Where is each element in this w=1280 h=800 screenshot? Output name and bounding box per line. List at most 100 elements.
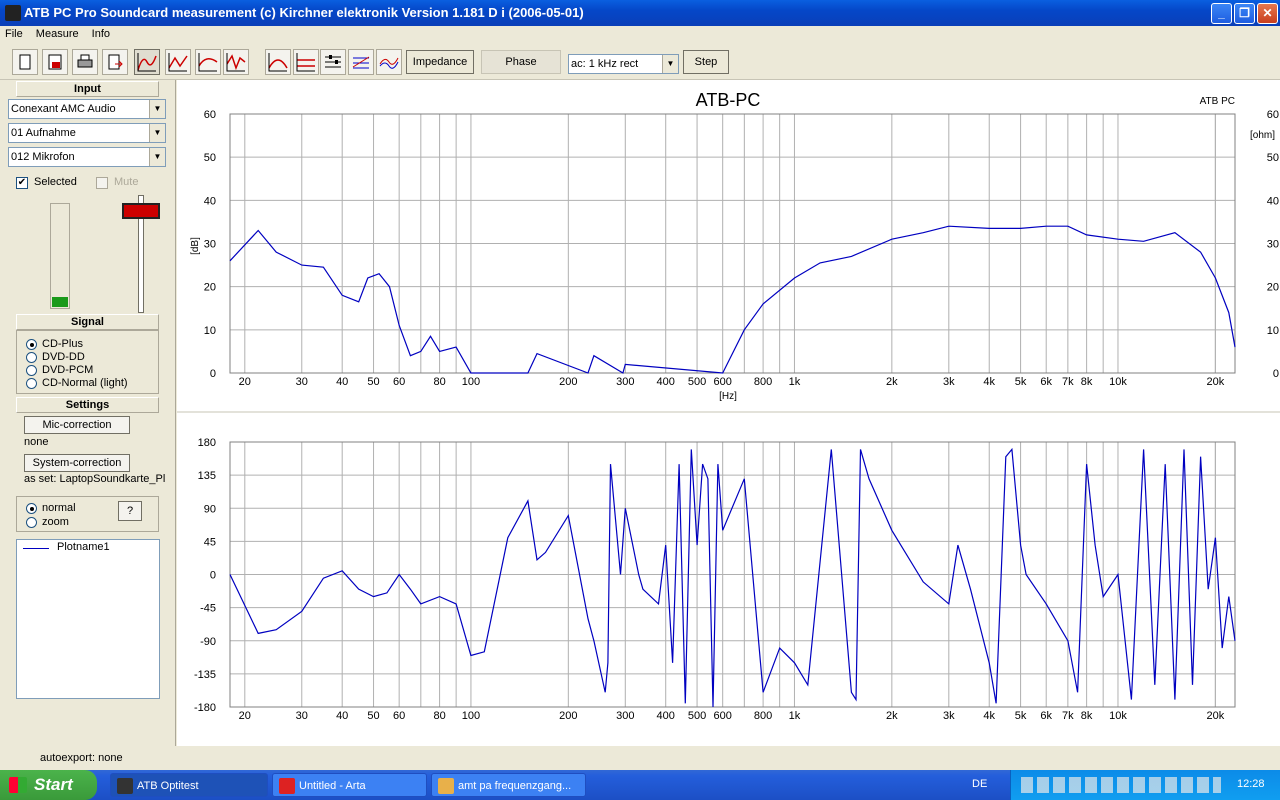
x-tick-label: 1k xyxy=(789,376,801,388)
export-icon[interactable] xyxy=(102,49,128,75)
toolbar: Impedance Phase ac: 1 kHz rect ▼ Step xyxy=(0,44,1280,80)
language-indicator[interactable]: DE xyxy=(972,778,987,790)
x-tick-label: 6k xyxy=(1040,710,1052,722)
measure-m-icon[interactable] xyxy=(134,49,160,75)
x-tick-label: 7k xyxy=(1062,710,1074,722)
x-tick-label: 8k xyxy=(1081,376,1093,388)
radio-cd-plus[interactable] xyxy=(26,339,37,350)
y2-tick-label: 30 xyxy=(1267,239,1279,251)
radio-dvd-pcm[interactable] xyxy=(26,365,37,376)
phase-button[interactable]: Phase xyxy=(481,50,561,74)
legend-line xyxy=(23,548,49,549)
taskbar: Start ATB Optitest Untitled - Arta amt p… xyxy=(0,770,1280,800)
mic-correction-button[interactable]: Mic-correction xyxy=(24,416,130,434)
task-atb-optitest[interactable]: ATB Optitest xyxy=(110,773,268,797)
x-tick-label: 100 xyxy=(462,376,480,388)
mic-correction-value: none xyxy=(24,436,49,448)
x-tick-label: 40 xyxy=(336,710,348,722)
impedance-button[interactable]: Impedance xyxy=(406,50,474,74)
x-tick-label: 200 xyxy=(559,710,577,722)
legend-list[interactable]: Plotname1 xyxy=(16,539,160,699)
tray-icons[interactable] xyxy=(1021,777,1221,793)
left-panel: Input Conexant AMC Audio ▼ 01 Aufnahme ▼ 0… xyxy=(0,80,176,746)
chevron-down-icon[interactable]: ▼ xyxy=(149,124,165,142)
menu-bar: File Measure Info xyxy=(0,26,1280,44)
minimize-button[interactable]: _ xyxy=(1211,3,1232,24)
start-button[interactable]: Start xyxy=(0,770,97,800)
plot-area[interactable]: 0 0 10 10 20 20 30 30 40 40 50 50 60 60 20 30 40 50 60 80 10… xyxy=(177,80,1280,746)
level-meter-fill xyxy=(52,296,68,307)
task-label: ATB Optitest xyxy=(137,780,199,792)
radio-zoom[interactable] xyxy=(26,517,37,528)
measure-mr-icon[interactable] xyxy=(293,49,319,75)
radio-dvd-dd[interactable] xyxy=(26,352,37,363)
step-button[interactable]: Step xyxy=(683,50,729,74)
x-tick-label: 400 xyxy=(657,376,675,388)
source-select[interactable]: 012 Mikrofon ▼ xyxy=(8,147,166,167)
gain-slider[interactable] xyxy=(122,195,160,315)
x-axis-label: [Hz] xyxy=(719,391,737,402)
system-correction-button[interactable]: System-correction xyxy=(24,454,130,472)
y2-tick-label: 0 xyxy=(1273,368,1279,380)
mute-checkbox[interactable] xyxy=(96,177,108,189)
x-tick-label: 3k xyxy=(943,710,955,722)
y-tick-label: 0 xyxy=(210,368,216,380)
device-select[interactable]: Conexant AMC Audio ▼ xyxy=(8,99,166,119)
save-icon[interactable] xyxy=(42,49,68,75)
chevron-down-icon[interactable]: ▼ xyxy=(149,148,165,166)
chevron-down-icon[interactable]: ▼ xyxy=(149,100,165,118)
chevron-down-icon[interactable]: ▼ xyxy=(662,55,678,73)
y2-tick-label: 10 xyxy=(1267,325,1279,337)
x-tick-label: 80 xyxy=(433,376,445,388)
x-tick-label: 60 xyxy=(393,376,405,388)
settings-header: Settings xyxy=(16,397,159,413)
x-tick-label: 4k xyxy=(983,376,995,388)
folder-icon xyxy=(438,778,454,794)
settings-icon[interactable] xyxy=(320,49,346,75)
series-line xyxy=(229,225,1236,374)
x-tick-label: 500 xyxy=(688,376,706,388)
grid-icon[interactable] xyxy=(348,49,374,75)
compare-icon[interactable] xyxy=(376,49,402,75)
chart-title: ATB-PC xyxy=(696,90,761,110)
x-tick-label: 3k xyxy=(943,376,955,388)
measure-mt-icon[interactable] xyxy=(165,49,191,75)
slider-thumb[interactable] xyxy=(122,203,160,219)
help-button[interactable]: ? xyxy=(118,501,142,521)
x-tick-label: 30 xyxy=(296,376,308,388)
measure-mf-icon[interactable] xyxy=(265,49,291,75)
zoom-label: zoom xyxy=(42,516,69,528)
print-icon[interactable] xyxy=(72,49,98,75)
maximize-button[interactable]: ❐ xyxy=(1234,3,1255,24)
close-button[interactable]: ✕ xyxy=(1257,3,1278,24)
radio-cd-normal[interactable] xyxy=(26,378,37,389)
task-browser[interactable]: amt pa frequenzgang... xyxy=(431,773,586,797)
signal-select[interactable]: ac: 1 kHz rect ▼ xyxy=(568,54,679,74)
y2-axis-label: [ohm] xyxy=(1250,130,1275,141)
x-tick-label: 1k xyxy=(789,710,801,722)
device-value: Conexant AMC Audio xyxy=(11,103,116,115)
menu-info[interactable]: Info xyxy=(87,26,115,42)
x-tick-label: 8k xyxy=(1081,710,1093,722)
app-icon xyxy=(5,5,21,21)
x-tick-label: 80 xyxy=(433,710,445,722)
new-icon[interactable] xyxy=(12,49,38,75)
x-tick-label: 10k xyxy=(1109,710,1127,722)
normal-label: normal xyxy=(42,502,76,514)
task-arta[interactable]: Untitled - Arta xyxy=(272,773,427,797)
measure-mh-icon[interactable] xyxy=(195,49,221,75)
y-tick-label: 40 xyxy=(204,195,216,207)
signal-group: CD-Plus DVD-DD DVD-PCM CD-Normal (light) xyxy=(16,330,159,394)
menu-measure[interactable]: Measure xyxy=(31,26,84,42)
y-tick-label: 0 xyxy=(210,570,216,582)
x-tick-label: 400 xyxy=(657,710,675,722)
channel-select[interactable]: 01 Aufnahme ▼ xyxy=(8,123,166,143)
y-axis-label: [dB] xyxy=(190,237,201,255)
y-tick-label: 10 xyxy=(204,325,216,337)
selected-label: Selected xyxy=(34,176,77,188)
source-value: 012 Mikrofon xyxy=(11,151,75,163)
radio-normal[interactable] xyxy=(26,503,37,514)
measure-ms-icon[interactable] xyxy=(223,49,249,75)
selected-checkbox[interactable]: ✔ xyxy=(16,177,28,189)
menu-file[interactable]: File xyxy=(0,26,28,42)
